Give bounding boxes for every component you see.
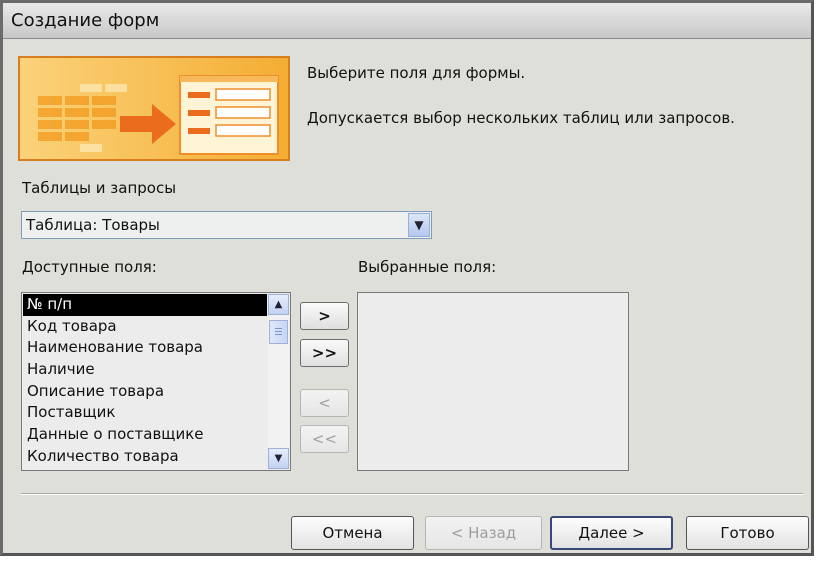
scroll-up-arrow-icon[interactable]: ▲ [268, 294, 289, 315]
list-item[interactable]: Поставщик [23, 402, 267, 424]
tables-queries-label: Таблицы и запросы [22, 179, 177, 197]
tables-queries-selected-value: Таблица: Товары [26, 216, 160, 234]
chevron-down-icon[interactable]: ▼ [408, 213, 430, 237]
selected-fields-label: Выбранные поля: [358, 258, 497, 276]
table-to-form-icon [20, 58, 288, 159]
dialog-body: Выберите поля для формы. Допускается выб… [3, 39, 811, 553]
list-item[interactable]: Код товара [23, 316, 267, 338]
intro-text-line1: Выберите поля для формы. [307, 64, 526, 82]
title-bar[interactable]: Создание форм [3, 3, 811, 39]
window-title: Создание форм [11, 10, 160, 31]
wizard-banner-image [18, 56, 290, 161]
available-fields-label: Доступные поля: [22, 258, 157, 276]
back-button[interactable]: < Назад [425, 516, 542, 550]
intro-text-line2: Допускается выбор нескольких таблиц или … [307, 109, 735, 127]
available-fields-list[interactable]: № п/п Код товара Наименование товара Нал… [21, 292, 291, 471]
scrollbar-thumb[interactable] [269, 320, 288, 344]
form-wizard-dialog: Создание форм Выберите поля для формы. Д… [0, 0, 814, 556]
selected-fields-list[interactable] [357, 292, 629, 471]
add-all-fields-button[interactable]: >> [300, 339, 349, 367]
tables-queries-select[interactable]: Таблица: Товары ▼ [21, 211, 432, 239]
scroll-down-arrow-icon[interactable]: ▼ [268, 448, 289, 469]
list-item[interactable]: Данные о поставщике [23, 424, 267, 446]
next-button[interactable]: Далее > [550, 516, 673, 550]
list-item[interactable]: Наименование товара [23, 337, 267, 359]
list-item[interactable]: Количество товара [23, 446, 267, 468]
remove-all-fields-button[interactable]: << [300, 425, 349, 453]
cancel-button[interactable]: Отмена [291, 516, 414, 550]
divider [21, 493, 803, 495]
remove-field-button[interactable]: < [300, 389, 349, 417]
vertical-scrollbar[interactable]: ▲ ▼ [268, 294, 289, 469]
list-item[interactable]: № п/п [23, 294, 267, 316]
finish-button[interactable]: Готово [686, 516, 809, 550]
list-item[interactable]: Наличие [23, 359, 267, 381]
list-item[interactable]: Описание товара [23, 381, 267, 403]
add-field-button[interactable]: > [300, 302, 349, 330]
